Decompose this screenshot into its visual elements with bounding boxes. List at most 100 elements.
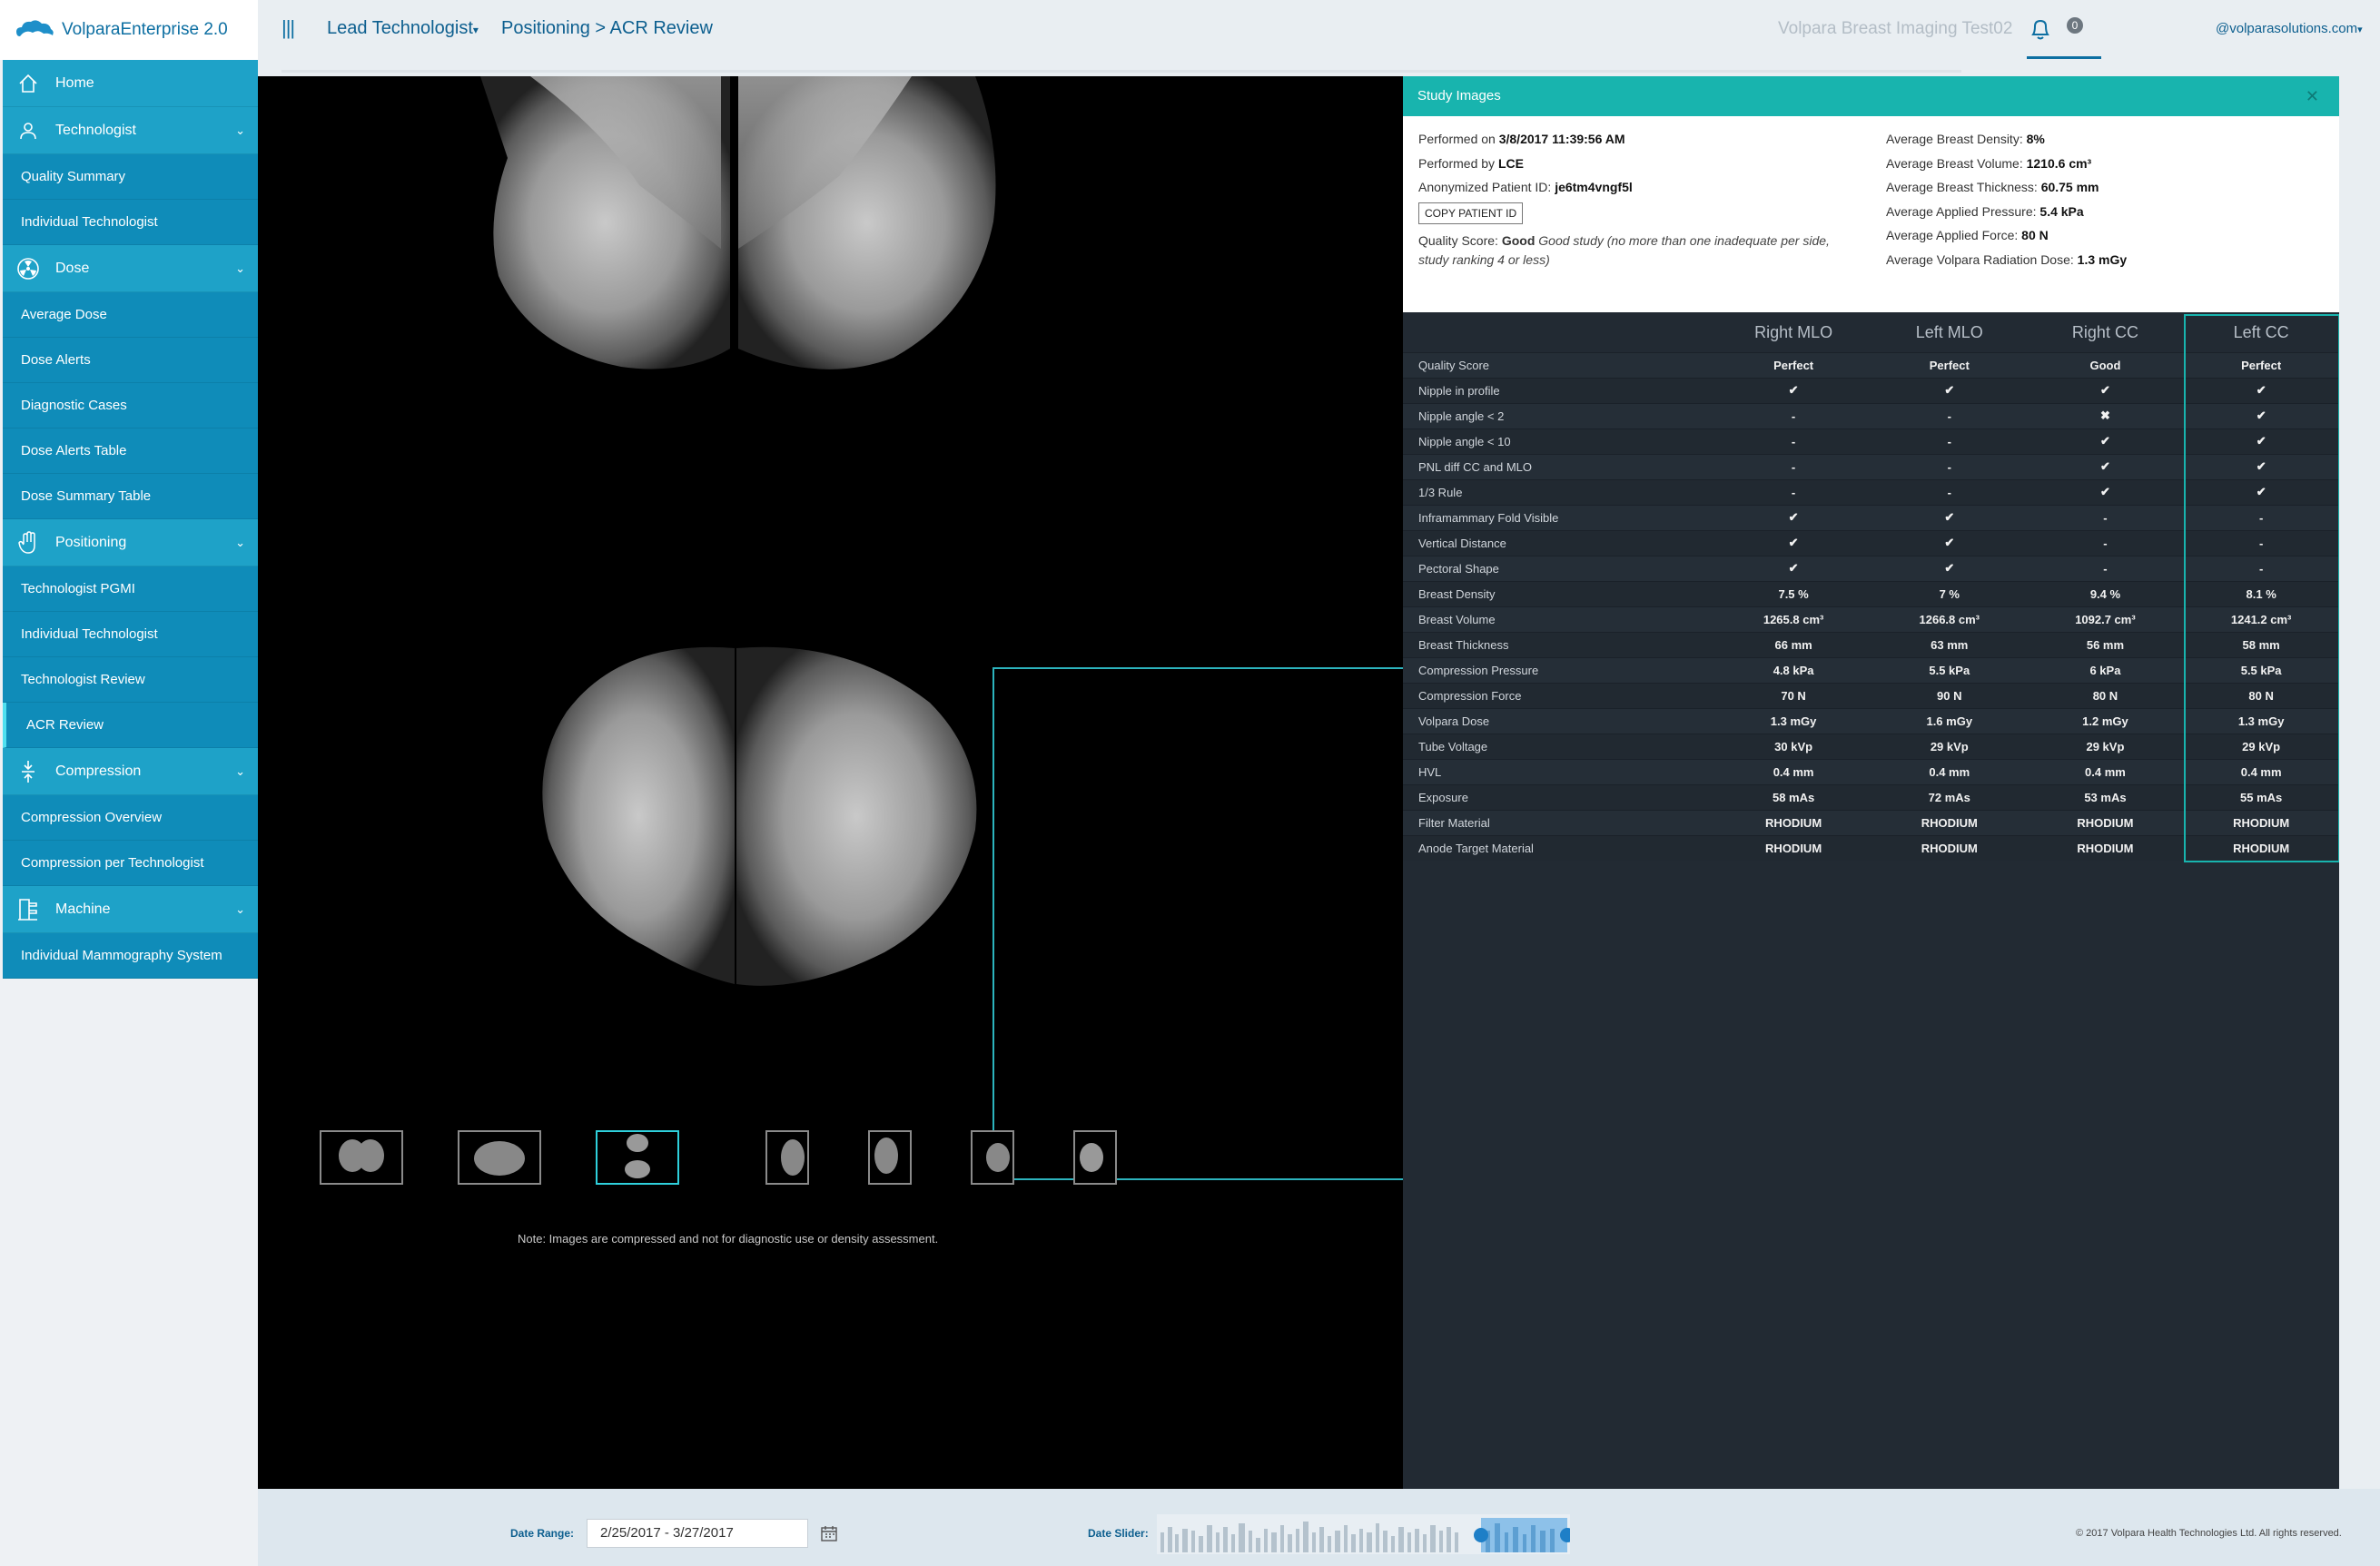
sidebar-item-dose-alerts[interactable]: Dose Alerts: [3, 338, 258, 383]
role-dropdown[interactable]: Lead Technologist▾: [327, 18, 479, 39]
column-header-left-cc[interactable]: Left CC: [2183, 314, 2339, 352]
divider: [281, 70, 1961, 73]
thumbnail-mlo-pair[interactable]: [320, 1130, 403, 1185]
table-cell: RHODIUM: [2027, 809, 2184, 835]
app-title: VolparaEnterprise 2.0: [62, 20, 228, 39]
sidebar-item-acr-review[interactable]: ACR Review: [3, 703, 258, 748]
table-cell: 1092.7 cm³: [2027, 606, 2184, 632]
column-header-left-mlo[interactable]: Left MLO: [1871, 314, 2028, 352]
table-cell: 1241.2 cm³: [2183, 606, 2339, 632]
row-label: Quality Score: [1403, 351, 1716, 378]
row-label: Compression Force: [1403, 682, 1716, 708]
table-cell: 29 kVp: [1871, 733, 2028, 759]
table-cell: -: [2183, 555, 2339, 581]
sidebar-item-diagnostic-cases[interactable]: Diagnostic Cases: [3, 383, 258, 428]
sidebar-item-average-dose[interactable]: Average Dose: [3, 292, 258, 338]
sidebar-item-compression-overview[interactable]: Compression Overview: [3, 795, 258, 841]
menu-toggle-icon[interactable]: |||: [281, 16, 295, 40]
close-icon[interactable]: ✕: [2306, 76, 2319, 116]
table-cell: Perfect: [1715, 351, 1871, 378]
table-cell: 80 N: [2027, 682, 2184, 708]
right-mlo-image[interactable]: [480, 76, 730, 369]
table-cell: ✔: [1871, 555, 2028, 581]
calendar-icon[interactable]: [821, 1525, 837, 1546]
sidebar-item-individual-technologist[interactable]: Individual Technologist: [3, 200, 258, 245]
notification-badge: 0: [2067, 17, 2083, 34]
table-cell: ✔: [2027, 478, 2184, 505]
average-value: 1210.6 cm³: [2026, 156, 2092, 171]
sidebar-item-quality-summary[interactable]: Quality Summary: [3, 154, 258, 200]
thumbnail-right-cc[interactable]: [971, 1130, 1014, 1185]
table-cell: 56 mm: [2027, 631, 2184, 657]
table-cell: 7 %: [1871, 580, 2028, 606]
sidebar-section-compression[interactable]: Compression ⌄: [3, 748, 258, 795]
patient-id: Anonymized Patient ID: je6tm4vngf5l: [1418, 180, 1633, 194]
chevron-down-icon: ⌄: [235, 764, 245, 778]
thumbnail-left-mlo[interactable]: [868, 1130, 912, 1185]
hand-icon: [15, 530, 41, 556]
sidebar-item-home[interactable]: Home: [3, 60, 258, 107]
sidebar-section-dose[interactable]: Dose ⌄: [3, 245, 258, 292]
table-cell: RHODIUM: [2183, 834, 2339, 861]
sidebar-item-technologist-pgmi[interactable]: Technologist PGMI: [3, 566, 258, 612]
table-cell: ✔: [1871, 377, 2028, 403]
left-mlo-image[interactable]: [738, 76, 996, 369]
average-value: 5.4 kPa: [2039, 204, 2084, 219]
table-cell: -: [1871, 478, 2028, 505]
table-cell: 90 N: [1871, 682, 2028, 708]
sidebar-item-individual-mammography-system[interactable]: Individual Mammography System: [3, 933, 258, 979]
sidebar-item-compression-per-technologist[interactable]: Compression per Technologist: [3, 841, 258, 886]
machine-icon: [15, 897, 41, 922]
row-label: Pectoral Shape: [1403, 555, 1716, 581]
thumbnail-cc-pair[interactable]: [458, 1130, 541, 1185]
sidebar-item-dose-summary-table[interactable]: Dose Summary Table: [3, 474, 258, 519]
row-label: Nipple in profile: [1403, 377, 1716, 403]
copy-patient-id-button[interactable]: COPY PATIENT ID: [1418, 202, 1524, 224]
panel-title: Study Images: [1417, 88, 1501, 103]
sidebar-section-positioning[interactable]: Positioning ⌄: [3, 519, 258, 566]
average-label: Average Applied Force:: [1886, 228, 2022, 242]
left-cc-image[interactable]: [736, 646, 977, 986]
date-range-input[interactable]: 2/25/2017 - 3/27/2017: [587, 1519, 808, 1548]
thumbnail-four-view[interactable]: [596, 1130, 679, 1185]
row-label: PNL diff CC and MLO: [1403, 453, 1716, 479]
table-cell: ✔: [1715, 377, 1871, 403]
table-cell: ✔: [2183, 453, 2339, 479]
date-slider[interactable]: [1157, 1514, 1570, 1554]
average-breast-density: Average Breast Density: 8%: [1886, 132, 2045, 146]
bell-icon[interactable]: [2029, 16, 2052, 46]
table-row: Filter Material RHODIUM RHODIUM RHODIUM RHOD…: [1403, 809, 2339, 835]
chevron-down-icon: ⌄: [235, 536, 245, 549]
sidebar-section-label: Machine: [55, 901, 111, 917]
app-logo[interactable]: VolparaEnterprise 2.0: [0, 0, 258, 60]
date-slider-start-handle[interactable]: [1474, 1528, 1488, 1542]
sidebar-item-individual-technologist-positioning[interactable]: Individual Technologist: [3, 612, 258, 657]
sidebar-section-machine[interactable]: Machine ⌄: [3, 886, 258, 933]
table-cell: ✔: [2027, 428, 2184, 454]
sidebar-item-dose-alerts-table[interactable]: Dose Alerts Table: [3, 428, 258, 474]
table-row: Breast Volume 1265.8 cm³ 1266.8 cm³ 1092.7 …: [1403, 606, 2339, 632]
table-cell: 5.5 kPa: [2183, 656, 2339, 683]
thumbnail-left-cc[interactable]: [1073, 1130, 1117, 1185]
role-label: Lead Technologist: [327, 18, 473, 38]
sidebar-section-technologist[interactable]: Technologist ⌄: [3, 107, 258, 154]
active-tab-underline: [2027, 56, 2101, 59]
image-viewer[interactable]: Note: Images are compressed and not for …: [258, 76, 1658, 1489]
compression-icon: [15, 759, 41, 784]
study-images-panel: Study Images ✕ Performed on 3/8/2017 11:…: [1403, 76, 2340, 1489]
user-menu[interactable]: @volparasolutions.com▾: [2216, 21, 2363, 36]
column-header-right-mlo[interactable]: Right MLO: [1715, 314, 1871, 352]
row-label: Volpara Dose: [1403, 707, 1716, 734]
table-cell: 58 mAs: [1715, 783, 1871, 810]
table-row: PNL diff CC and MLO - - ✔ ✔: [1403, 453, 2339, 479]
table-cell: 30 kVp: [1715, 733, 1871, 759]
right-cc-image[interactable]: [542, 646, 735, 984]
page-margin: [2339, 76, 2380, 1489]
table-cell: ✔: [2183, 478, 2339, 505]
sidebar-item-technologist-review[interactable]: Technologist Review: [3, 657, 258, 703]
table-cell: RHODIUM: [1715, 834, 1871, 861]
average-label: Average Breast Volume:: [1886, 156, 2027, 171]
thumbnail-right-mlo[interactable]: [765, 1130, 809, 1185]
column-header-right-cc[interactable]: Right CC: [2028, 314, 2184, 352]
sidebar-section-label: Dose: [55, 260, 90, 276]
